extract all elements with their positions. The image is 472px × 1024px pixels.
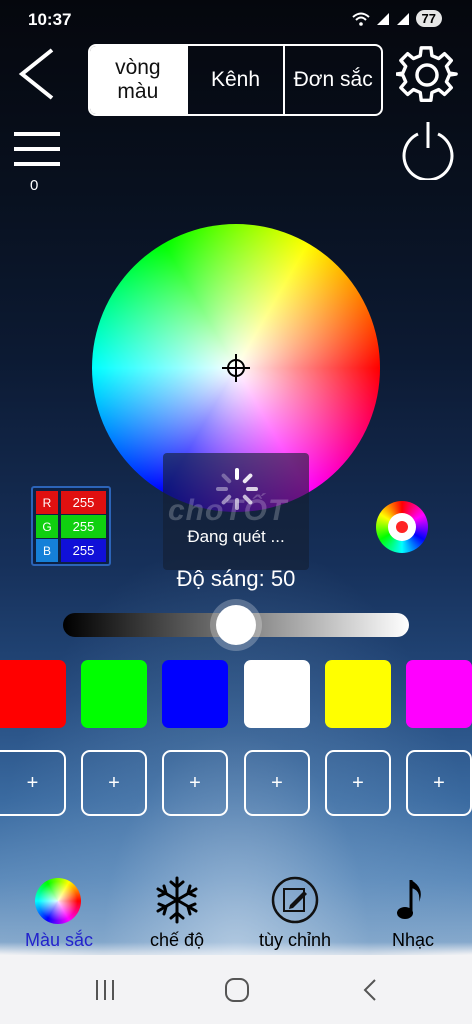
- brightness-label: Độ sáng: 50: [176, 566, 296, 591]
- custom-color-slot[interactable]: +: [325, 750, 391, 816]
- custom-color-slot[interactable]: +: [162, 750, 228, 816]
- custom-color-slot[interactable]: +: [81, 750, 147, 816]
- music-note-icon: [397, 880, 421, 919]
- add-icon: +: [271, 771, 283, 794]
- add-icon: +: [189, 771, 201, 794]
- add-icon: +: [26, 771, 39, 794]
- color-wheel-icon: [35, 878, 81, 924]
- rgb-row-r: R 255: [36, 491, 106, 514]
- rgb-label: B: [36, 539, 58, 562]
- nav-color[interactable]: Màu sắc: [4, 876, 114, 952]
- rainbow-mode-button[interactable]: [376, 501, 428, 553]
- snowflake-icon: [156, 876, 198, 924]
- add-icon: +: [433, 771, 445, 794]
- color-swatch[interactable]: [81, 660, 147, 728]
- menu-button[interactable]: [14, 132, 60, 166]
- home-icon[interactable]: [224, 977, 250, 1003]
- custom-color-slot[interactable]: +: [406, 750, 472, 816]
- rgb-label: R: [36, 491, 58, 514]
- color-swatch[interactable]: [244, 660, 310, 728]
- watermark-logo: choTỐT: [168, 494, 288, 527]
- color-presets: [0, 660, 472, 728]
- tab-single-color[interactable]: Đơn sắc: [283, 46, 381, 114]
- custom-color-slot[interactable]: +: [244, 750, 310, 816]
- nav-label: Nhạc: [391, 930, 435, 950]
- power-button[interactable]: [400, 118, 456, 182]
- nav-label: Màu sắc: [24, 930, 94, 950]
- rgb-value: 255: [61, 539, 106, 562]
- status-bar: 10:37 77: [0, 0, 472, 40]
- status-icons: 77: [351, 10, 442, 27]
- recent-apps-icon[interactable]: [92, 977, 118, 1003]
- color-swatch[interactable]: [406, 660, 472, 728]
- wifi-icon: [351, 12, 370, 26]
- edit-icon: [271, 876, 319, 924]
- rgb-readout: R 255 G 255 B 255: [31, 486, 111, 566]
- scanning-message: Đang quét ...: [187, 527, 285, 546]
- brightness-slider-thumb[interactable]: [216, 605, 256, 645]
- add-icon: +: [352, 771, 364, 794]
- nav-mode[interactable]: chế độ: [122, 876, 232, 952]
- status-time: 10:37: [28, 10, 72, 29]
- tab-color-wheel[interactable]: vòng màu: [90, 46, 186, 114]
- settings-button[interactable]: [394, 44, 458, 106]
- gear-icon: [394, 46, 458, 102]
- nav-label: tùy chỉnh: [258, 930, 332, 950]
- rgb-label: G: [36, 515, 58, 538]
- rainbow-dot: [396, 521, 408, 533]
- nav-custom[interactable]: tùy chỉnh: [240, 876, 350, 952]
- add-icon: +: [108, 771, 120, 794]
- battery-indicator: 77: [415, 10, 442, 27]
- color-swatch[interactable]: [325, 660, 391, 728]
- tab-channel[interactable]: Kênh: [185, 46, 284, 114]
- custom-color-slots: + + + + + +: [0, 750, 472, 818]
- nav-label: chế độ: [149, 930, 205, 950]
- rgb-value: 255: [61, 491, 106, 514]
- color-swatch[interactable]: [162, 660, 228, 728]
- nav-music[interactable]: Nhạc: [358, 876, 468, 952]
- color-picker-crosshair-icon[interactable]: [222, 354, 250, 382]
- color-swatch[interactable]: [0, 660, 66, 728]
- device-count: 0: [30, 177, 39, 194]
- chevron-left-icon: [18, 48, 54, 100]
- rgb-row-g: G 255: [36, 515, 106, 538]
- rgb-row-b: B 255: [36, 539, 106, 562]
- back-button[interactable]: [18, 48, 58, 100]
- system-navigation-bar: [0, 955, 472, 1024]
- signal-icon-1: [376, 12, 389, 25]
- signal-icon-2: [396, 12, 409, 25]
- mode-tabs: vòng màu Kênh Đơn sắc: [88, 44, 383, 116]
- tab-label: Kênh: [210, 67, 261, 91]
- tab-label: vòng màu: [115, 55, 161, 103]
- back-nav-icon[interactable]: [358, 977, 384, 1003]
- custom-color-slot[interactable]: +: [0, 750, 66, 816]
- tab-label: Đơn sắc: [293, 67, 373, 91]
- power-icon: [402, 122, 454, 182]
- rgb-value: 255: [61, 515, 106, 538]
- hamburger-icon: [14, 132, 60, 166]
